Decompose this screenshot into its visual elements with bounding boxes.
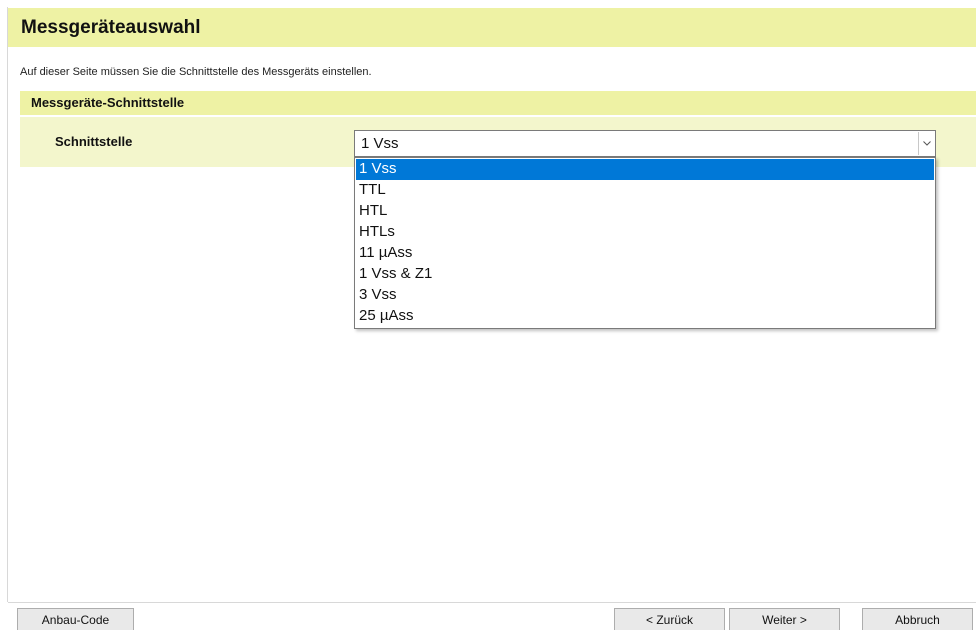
interface-select[interactable]: 1 Vss bbox=[354, 130, 936, 157]
anbau-code-button[interactable]: Anbau-Code bbox=[17, 608, 134, 630]
dropdown-option-htls[interactable]: HTLs bbox=[356, 222, 934, 243]
back-button[interactable]: < Zurück bbox=[614, 608, 725, 630]
page-header: Messgeräteauswahl bbox=[8, 8, 976, 47]
section-header: Messgeräte-Schnittstelle bbox=[20, 91, 976, 115]
page-title: Messgeräteauswahl bbox=[21, 17, 201, 38]
dropdown-option-3-vss[interactable]: 3 Vss bbox=[356, 285, 934, 306]
dropdown-option-11-uass[interactable]: 11 µAss bbox=[356, 243, 934, 264]
section-title: Messgeräte-Schnittstelle bbox=[31, 95, 185, 110]
dropdown-option-25-uass[interactable]: 25 µAss bbox=[356, 306, 934, 327]
dropdown-option-1-vss-z1[interactable]: 1 Vss & Z1 bbox=[356, 264, 934, 285]
dropdown-option-1-vss[interactable]: 1 Vss bbox=[356, 159, 934, 180]
measuring-device-selection-page: Messgeräteauswahl Auf dieser Seite müsse… bbox=[0, 0, 976, 630]
interface-label: Schnittstelle bbox=[55, 134, 133, 149]
next-button[interactable]: Weiter > bbox=[729, 608, 840, 630]
page-description: Auf dieser Seite müssen Sie die Schnitts… bbox=[20, 66, 372, 78]
interface-dropdown-list: 1 Vss TTL HTL HTLs 11 µAss 1 Vss & Z1 3 … bbox=[354, 157, 936, 329]
interface-selected-value: 1 Vss bbox=[361, 135, 399, 152]
cancel-button[interactable]: Abbruch bbox=[862, 608, 973, 630]
dropdown-option-htl[interactable]: HTL bbox=[356, 201, 934, 222]
footer-divider bbox=[8, 602, 976, 603]
dropdown-option-ttl[interactable]: TTL bbox=[356, 180, 934, 201]
chevron-down-icon[interactable] bbox=[918, 132, 934, 155]
left-border bbox=[7, 7, 8, 602]
